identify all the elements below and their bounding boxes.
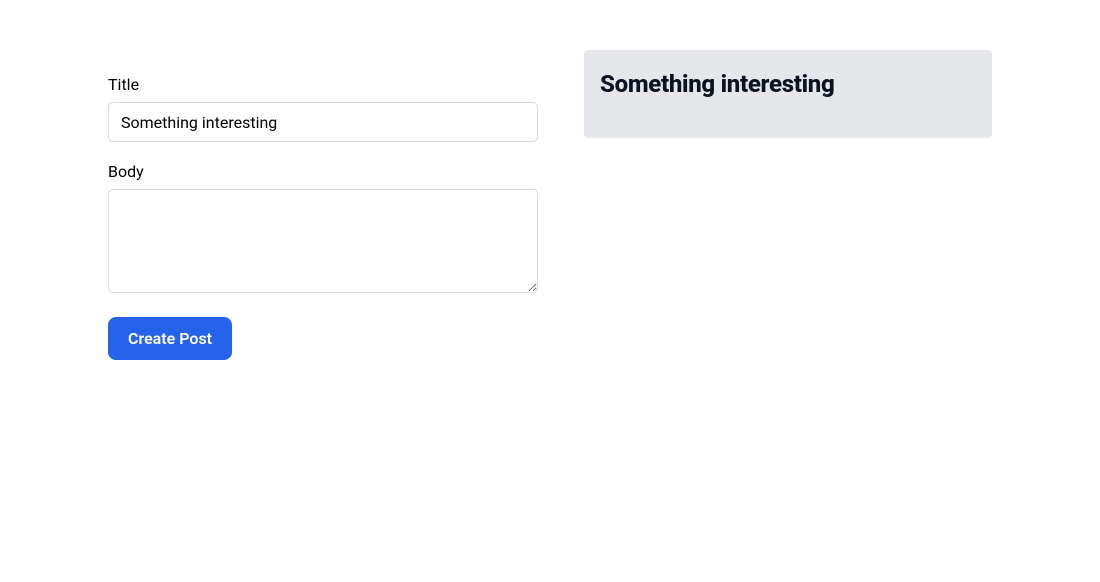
preview-title: Something interesting — [600, 70, 976, 98]
create-post-button[interactable]: Create Post — [108, 317, 232, 360]
title-group: Title — [108, 75, 538, 142]
body-textarea[interactable] — [108, 189, 538, 293]
preview-card: Something interesting — [584, 50, 992, 138]
preview-column: Something interesting — [584, 50, 992, 360]
title-label: Title — [108, 75, 538, 94]
body-label: Body — [108, 162, 538, 181]
body-group: Body — [108, 162, 538, 297]
form-column: Title Body Create Post — [108, 50, 538, 360]
post-editor-container: Title Body Create Post Something interes… — [108, 50, 992, 360]
title-input[interactable] — [108, 102, 538, 142]
